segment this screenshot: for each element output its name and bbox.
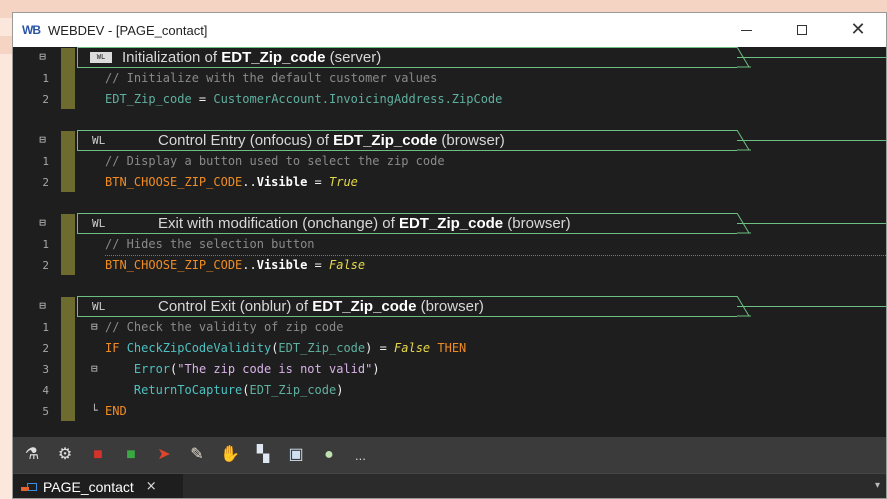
fold-toggle-icon[interactable]: └ (91, 404, 98, 417)
code-text: // Display a button used to select the z… (105, 154, 445, 168)
fold-toggle-icon[interactable]: ⊟ (91, 320, 98, 333)
select-icon[interactable]: ▚ (252, 444, 274, 466)
wl-tag: WL (92, 217, 106, 230)
code-text: // Check the validity of zip code (105, 320, 344, 334)
event-header-title: Initialization of EDT_Zip_code (server) (122, 49, 382, 66)
header-separator (737, 57, 886, 58)
current-line-marker (105, 255, 886, 256)
code-line[interactable]: 2 IF CheckZipCodeValidity(EDT_Zip_code) =… (13, 338, 886, 359)
code-text: // Hides the selection button (105, 237, 315, 251)
page-icon (21, 480, 39, 494)
code-text: Error("The zip code is not valid") (133, 362, 380, 376)
wl-tag: WL (92, 134, 106, 147)
line-number: 2 (42, 342, 49, 355)
event-header-title: Control Exit (onblur) of EDT_Zip_code (b… (158, 298, 484, 315)
debug-step-icon[interactable]: ⚙ (54, 444, 76, 466)
fold-toggle-icon[interactable]: ⊟ (91, 362, 98, 375)
code-text: END (105, 404, 127, 418)
event-header[interactable]: WL Exit with modification (onchange) of E… (77, 213, 737, 234)
event-header[interactable]: WL Initialization of EDT_Zip_code (server… (77, 47, 737, 68)
header-separator (737, 223, 886, 224)
close-button[interactable]: ✕ (830, 13, 886, 47)
line-number: 1 (42, 238, 49, 251)
app-logo: WB (22, 23, 41, 37)
header-separator (737, 306, 886, 307)
event-header-title: Exit with modification (onchange) of EDT… (158, 215, 571, 232)
line-number: 1 (42, 321, 49, 334)
go-icon[interactable]: ● (318, 444, 340, 466)
tab-page-contact[interactable]: PAGE_contact × (13, 474, 183, 498)
code-text: BTN_CHOOSE_ZIP_CODE..Visible = False (105, 258, 366, 272)
code-line[interactable]: 3 Error("The zip code is not valid") (13, 359, 886, 380)
code-line[interactable]: 4 ReturnToCapture(EDT_Zip_code) (13, 380, 886, 401)
code-line[interactable]: 2 BTN_CHOOSE_ZIP_CODE..Visible = True (13, 172, 886, 193)
line-number: 3 (42, 363, 49, 376)
title-bar: WB WEBDEV - [PAGE_contact] ✕ (13, 13, 886, 47)
window-title: WEBDEV - [PAGE_contact] (48, 22, 208, 38)
event-header[interactable]: WL Control Entry (onfocus) of EDT_Zip_cod… (77, 130, 737, 151)
maximize-icon (797, 25, 807, 35)
event-header[interactable]: WL Control Exit (onblur) of EDT_Zip_code … (77, 296, 737, 317)
event-header-title: Control Entry (onfocus) of EDT_Zip_code … (158, 132, 505, 149)
tool-icon[interactable]: ✎ (186, 444, 208, 466)
code-text: BTN_CHOOSE_ZIP_CODE..Visible = True (105, 175, 358, 189)
bottom-toolbar: ⚗ ⚙ ■ ■ ➤ ✎ ✋ ▚ ▣ ●... (13, 437, 886, 473)
close-icon: ✕ (850, 19, 866, 40)
code-line[interactable]: 1 // Hides the selection button (13, 234, 886, 255)
line-number: 1 (42, 72, 49, 85)
fold-toggle-icon[interactable]: ⊟ (35, 50, 50, 63)
tab-bar: PAGE_contact × ▾ (13, 473, 886, 498)
code-line[interactable]: 5 END (13, 401, 886, 422)
tab-label: PAGE_contact (43, 478, 134, 495)
line-number: 2 (42, 93, 49, 106)
line-number: 2 (42, 176, 49, 189)
code-line[interactable]: 2 EDT_Zip_code = CustomerAccount.Invoicin… (13, 89, 886, 110)
code-line[interactable]: 1 // Initialize with the default customer… (13, 68, 886, 89)
fold-toggle-icon[interactable]: ⊟ (35, 216, 50, 229)
code-text: // Initialize with the default customer … (105, 71, 438, 85)
code-line[interactable]: 1 // Display a button used to select the … (13, 151, 886, 172)
toolbar-more-button[interactable]: ... (355, 448, 366, 463)
editor-window: WB WEBDEV - [PAGE_contact] ✕ ⊟ WL Initiali… (12, 12, 887, 499)
code-text: ReturnToCapture(EDT_Zip_code) (133, 383, 344, 397)
wl-tag: WL (92, 300, 106, 313)
code-text: EDT_Zip_code = CustomerAccount.Invoicing… (105, 92, 503, 106)
tab-close-icon[interactable]: × (146, 479, 157, 494)
minimize-button[interactable] (718, 13, 774, 47)
minimize-icon (740, 29, 752, 31)
code-text: IF CheckZipCodeValidity(EDT_Zip_code) = … (105, 341, 467, 355)
tab-dropdown-icon[interactable]: ▾ (875, 480, 880, 491)
line-number: 4 (42, 384, 49, 397)
line-number: 5 (42, 405, 49, 418)
code-line[interactable]: 1 // Check the validity of zip code (13, 317, 886, 338)
debug-run-icon[interactable]: ⚗ (21, 444, 43, 466)
fold-toggle-icon[interactable]: ⊟ (35, 133, 50, 146)
fold-toggle-icon[interactable]: ⊟ (35, 299, 50, 312)
red-arrow-icon[interactable]: ➤ (153, 444, 175, 466)
green-page-icon[interactable]: ■ (120, 444, 142, 466)
hand-icon[interactable]: ✋ (219, 444, 241, 466)
code-editor[interactable]: ⊟ WL Initialization of EDT_Zip_code (serve… (13, 46, 886, 437)
header-separator (737, 140, 886, 141)
red-stop-icon[interactable]: ■ (87, 444, 109, 466)
line-number: 2 (42, 259, 49, 272)
server-code-icon: WL (90, 52, 112, 63)
maximize-button[interactable] (774, 13, 830, 47)
line-number: 1 (42, 155, 49, 168)
code-line[interactable]: 2 BTN_CHOOSE_ZIP_CODE..Visible = False (13, 255, 886, 276)
window-icon[interactable]: ▣ (285, 444, 307, 466)
